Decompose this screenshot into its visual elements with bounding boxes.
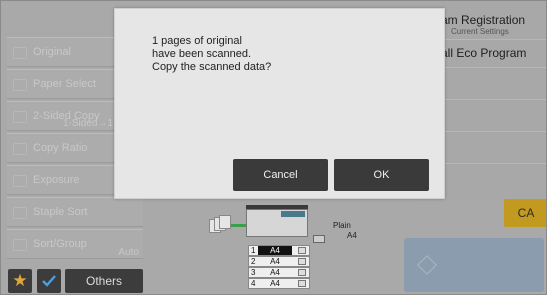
dialog-message-line: have been scanned. [152,48,252,60]
ok-button[interactable]: OK [334,159,429,191]
start-icon [417,255,437,275]
copier-screen: Original Paper Select 2-Sided Copy 1-Sid… [0,0,547,295]
checkmark-icon [42,275,56,287]
bypass-tray-icon[interactable] [313,235,325,243]
cancel-button[interactable]: Cancel [233,159,328,191]
menu-item-value: Auto [118,247,139,258]
tray-size: A4 [270,257,280,266]
tray-number: 1 [251,246,256,255]
paper-icon [13,79,27,91]
menu-item-sort-group[interactable]: Sort/Group Auto [7,229,143,259]
dialog-message-line: Copy the scanned data? [152,61,272,73]
clear-all-button[interactable]: CA [504,199,546,227]
tray-number: 3 [251,268,256,277]
original-icon [13,47,27,59]
scanned-pages-icon [209,215,231,235]
control-panel-icon [281,211,305,217]
tray-3[interactable]: 3 A4 [248,267,310,278]
star-icon: ★ [12,271,28,290]
tray-number: 2 [251,257,256,266]
tray-size: A4 [258,246,292,255]
eco-program-item[interactable]: all Eco Program [441,46,526,60]
menu-item-label: Original [33,46,71,58]
tray-paper-icon [298,269,306,276]
tray-4[interactable]: 4 A4 [248,278,310,289]
copier-illustration: 1 A4 2 A4 3 A4 4 A4 Plain A4 [201,197,401,294]
tray-size: A4 [270,268,280,277]
tray-size: A4 [270,279,280,288]
menu-item-label: Staple Sort [33,206,88,218]
bypass-paper-size: A4 [347,231,357,240]
tray-paper-icon [298,280,306,287]
tray-paper-icon [298,247,306,254]
tray-2[interactable]: 2 A4 [248,256,310,267]
duplex-icon [13,111,27,123]
tray-paper-icon [298,258,306,265]
favorites-button[interactable]: ★ [8,269,32,293]
start-button[interactable] [404,238,544,292]
menu-item-staple-sort[interactable]: Staple Sort [7,197,143,227]
program-registration-sub: Current Settings [451,27,509,36]
sort-icon [13,239,27,251]
dialog-message-line: 1 pages of original [152,35,242,47]
menu-item-label: Copy Ratio [33,142,88,154]
check-button[interactable] [37,269,61,293]
ratio-icon [13,143,27,155]
exposure-icon [13,175,27,187]
bypass-paper-type: Plain [333,221,351,230]
menu-item-label: Sort/Group [33,238,87,250]
program-registration-title[interactable]: am Registration [441,13,525,27]
menu-item-label: Paper Select [33,78,96,90]
menu-item-value: 1-Sided→1 [62,118,113,129]
others-button[interactable]: Others [65,269,143,293]
menu-item-label: Exposure [33,174,80,186]
staple-icon [13,207,27,219]
tray-number: 4 [251,279,256,288]
scan-complete-dialog: 1 pages of original have been scanned. C… [114,8,445,199]
dialog-message: 1 pages of original have been scanned. C… [152,35,271,74]
tray-1[interactable]: 1 A4 [248,245,310,256]
